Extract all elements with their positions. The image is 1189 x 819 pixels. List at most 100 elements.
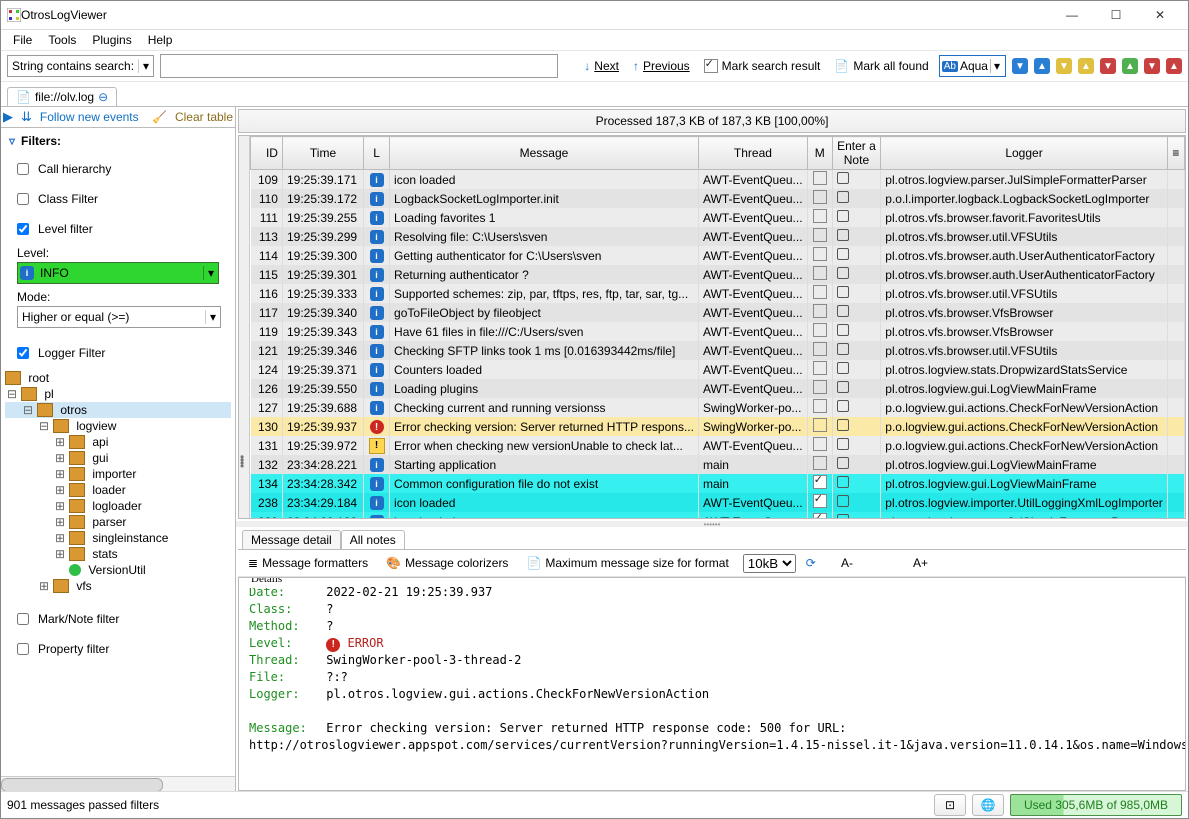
nav-up-ok-icon[interactable]: ▲ [1122, 58, 1138, 74]
note-icon[interactable] [837, 305, 849, 317]
refresh-icon[interactable]: ⟳ [806, 556, 816, 570]
nav-up-error2-icon[interactable]: ▲ [1166, 58, 1182, 74]
mark-checkbox[interactable] [813, 209, 827, 223]
col-logger[interactable]: Logger [881, 137, 1167, 170]
note-icon[interactable] [837, 400, 849, 412]
play-icon[interactable]: ▶ [3, 109, 13, 125]
mark-checkbox[interactable] [813, 513, 827, 518]
col-message[interactable]: Message [390, 137, 699, 170]
table-row[interactable]: 11719:25:39.340igoToFileObject by fileob… [251, 303, 1185, 322]
col-note[interactable]: Enter a Note [832, 137, 881, 170]
mark-checkbox[interactable] [813, 323, 827, 337]
mark-checkbox[interactable] [813, 437, 827, 451]
mark-checkbox[interactable] [813, 247, 827, 261]
note-icon[interactable] [837, 229, 849, 241]
table-row[interactable]: 12619:25:39.550iLoading pluginsAWT-Event… [251, 379, 1185, 398]
memory-gauge[interactable]: Used 305,6MB of 985,0MB [1010, 794, 1182, 816]
note-icon[interactable] [837, 419, 849, 431]
search-input[interactable] [160, 54, 558, 78]
status-btn-2[interactable]: 🌐 [972, 794, 1004, 816]
col-menu[interactable]: ≡ [1167, 137, 1184, 170]
filter-level[interactable]: Level filter [1, 214, 235, 244]
follow-down-icon[interactable]: ⇊ [21, 109, 32, 125]
note-icon[interactable] [837, 457, 849, 469]
mark-checkbox[interactable] [813, 361, 827, 375]
table-row[interactable]: 13119:25:39.972!Error when checking new … [251, 436, 1185, 455]
previous-button[interactable]: ↑Previous [629, 56, 694, 76]
table-row[interactable]: 23923:34:29.188iicon loadedAWT-EventQueu… [251, 512, 1185, 518]
filter-property[interactable]: Property filter [1, 634, 235, 664]
mark-checkbox[interactable] [813, 228, 827, 242]
close-button[interactable]: ✕ [1138, 4, 1182, 26]
col-mark[interactable]: M [807, 137, 832, 170]
nav-up-icon[interactable]: ▲ [1034, 58, 1050, 74]
table-row[interactable]: 11619:25:39.333iSupported schemes: zip, … [251, 284, 1185, 303]
note-icon[interactable] [837, 381, 849, 393]
note-icon[interactable] [837, 495, 849, 507]
colorizers-button[interactable]: 🎨Message colorizers [382, 553, 512, 573]
table-row[interactable]: 11119:25:39.255iLoading favorites 1AWT-E… [251, 208, 1185, 227]
nav-down-icon[interactable]: ▼ [1012, 58, 1028, 74]
note-icon[interactable] [837, 172, 849, 184]
follow-events-toggle[interactable]: Follow new events [40, 110, 139, 124]
filter-call-hierarchy[interactable]: Call hierarchy [1, 154, 235, 184]
table-row[interactable]: 11919:25:39.343iHave 61 files in file://… [251, 322, 1185, 341]
note-icon[interactable] [837, 514, 849, 518]
table-row[interactable]: 23823:34:29.184iicon loadedAWT-EventQueu… [251, 493, 1185, 512]
table-row[interactable]: 12419:25:39.371iCounters loadedAWT-Event… [251, 360, 1185, 379]
note-icon[interactable] [837, 248, 849, 260]
col-thread[interactable]: Thread [698, 137, 807, 170]
note-icon[interactable] [837, 324, 849, 336]
tab-all-notes[interactable]: All notes [341, 530, 405, 549]
mark-checkbox[interactable] [813, 399, 827, 413]
table-row[interactable]: 11019:25:39.172iLogbackSocketLogImporter… [251, 189, 1185, 208]
mark-checkbox[interactable] [813, 266, 827, 280]
table-row[interactable]: 13223:34:28.221iStarting applicationmain… [251, 455, 1185, 474]
col-id[interactable]: ID [251, 137, 283, 170]
minimize-button[interactable]: — [1050, 4, 1094, 26]
mark-checkbox[interactable] [813, 475, 827, 489]
mark-checkbox[interactable] [813, 304, 827, 318]
search-mode-select[interactable]: String contains search: ▾ [7, 55, 154, 77]
table-row[interactable]: 12719:25:39.688iChecking current and run… [251, 398, 1185, 417]
menu-plugins[interactable]: Plugins [86, 32, 137, 48]
menu-help[interactable]: Help [142, 32, 179, 48]
mark-checkbox[interactable] [813, 418, 827, 432]
logger-tree[interactable]: root ⊟ pl ⊟ otros ⊟ logview ⊞ api ⊞ gui … [1, 368, 235, 596]
maxsize-select[interactable]: 10kB [743, 554, 796, 573]
note-icon[interactable] [837, 191, 849, 203]
level-select[interactable]: i INFO ▾ [17, 262, 219, 284]
nav-up-warn-icon[interactable]: ▲ [1078, 58, 1094, 74]
note-icon[interactable] [837, 362, 849, 374]
note-icon[interactable] [837, 476, 849, 488]
tab-message-detail[interactable]: Message detail [242, 530, 341, 549]
note-icon[interactable] [837, 210, 849, 222]
nav-down-error2-icon[interactable]: ▼ [1144, 58, 1160, 74]
font-smaller-button[interactable]: A- [841, 556, 853, 570]
document-tab[interactable]: 📄 file://olv.log ⊖ [7, 87, 117, 106]
mark-checkbox[interactable] [813, 171, 827, 185]
note-icon[interactable] [837, 286, 849, 298]
filter-class[interactable]: Class Filter [1, 184, 235, 214]
table-row[interactable]: 11319:25:39.299iResolving file: C:\Users… [251, 227, 1185, 246]
highlight-scheme-select[interactable]: AbAqua▾ [939, 55, 1006, 77]
nav-down-error-icon[interactable]: ▼ [1100, 58, 1116, 74]
mark-checkbox[interactable] [813, 190, 827, 204]
filter-mark[interactable]: Mark/Note filter [1, 604, 235, 634]
note-icon[interactable] [837, 343, 849, 355]
mark-checkbox[interactable] [813, 494, 827, 508]
mark-checkbox[interactable] [813, 285, 827, 299]
table-row[interactable]: 11419:25:39.300iGetting authenticator fo… [251, 246, 1185, 265]
clear-table-button[interactable]: Clear table [175, 110, 233, 124]
note-icon[interactable] [837, 267, 849, 279]
font-bigger-button[interactable]: A+ [913, 556, 928, 570]
status-btn-1[interactable]: ⊡ [934, 794, 966, 816]
mark-all-button[interactable]: 📄Mark all found [830, 56, 932, 76]
log-table[interactable]: ID Time L Message Thread M Enter a Note … [250, 136, 1185, 518]
table-row[interactable]: 13019:25:39.937!Error checking version: … [251, 417, 1185, 436]
close-tab-icon[interactable]: ⊖ [98, 90, 108, 104]
col-time[interactable]: Time [282, 137, 363, 170]
menu-tools[interactable]: Tools [42, 32, 82, 48]
mark-checkbox[interactable] [813, 456, 827, 470]
note-icon[interactable] [837, 438, 849, 450]
